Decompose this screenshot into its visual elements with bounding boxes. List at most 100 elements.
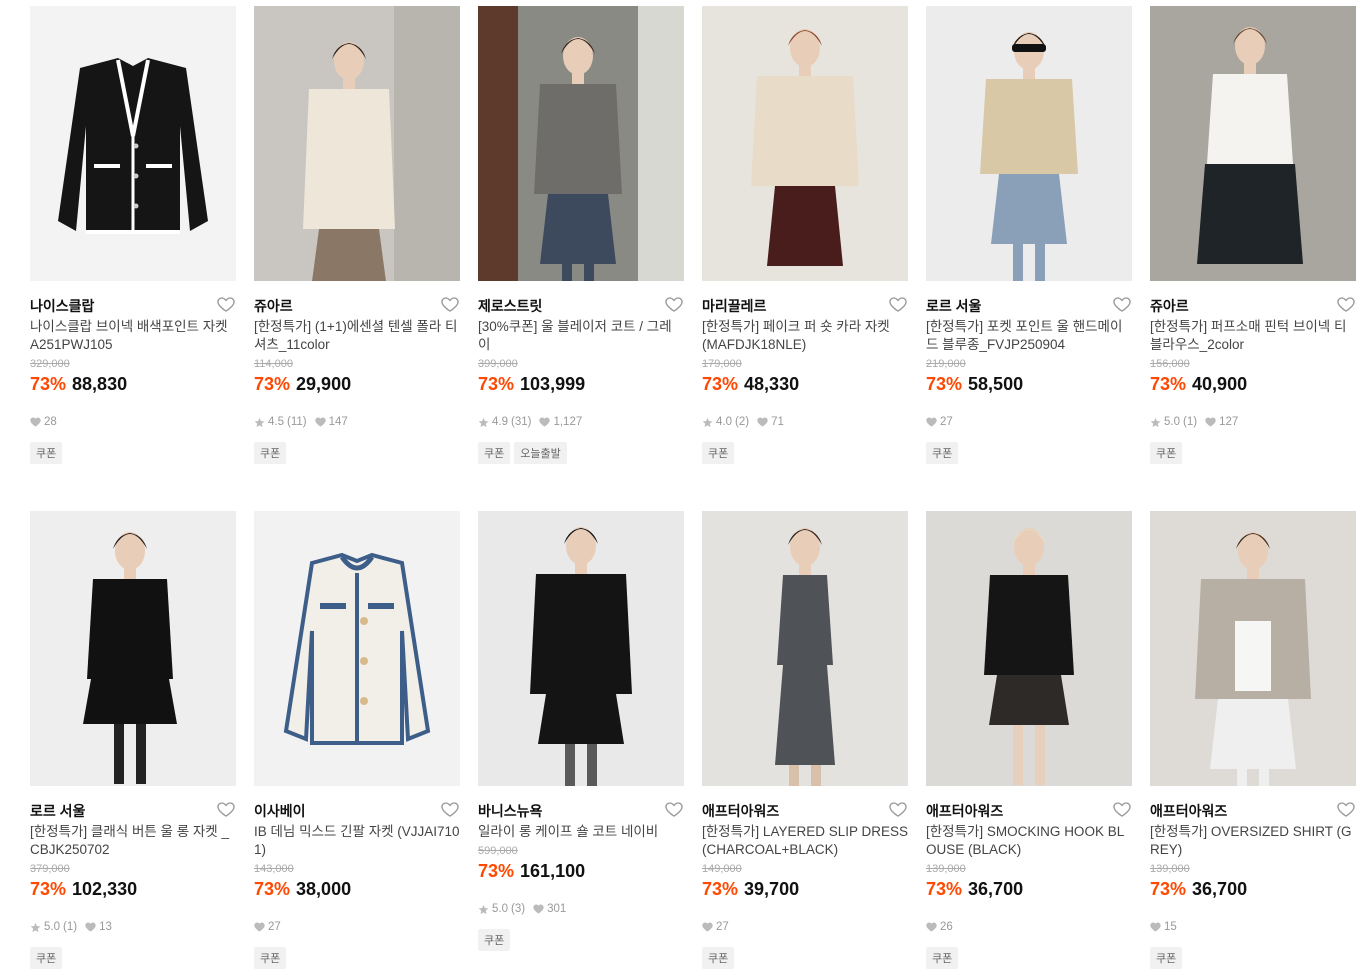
product-grid: 나이스클랍 나이스클랍 브이넥 배색포인트 자켓 A251PWJ105 329,… (0, 0, 1364, 978)
like-count: 15 (1164, 921, 1177, 933)
brand-name[interactable]: 마리끌레르 (702, 296, 766, 316)
product-meta: 27 (702, 921, 729, 933)
brand-name[interactable]: 로르 서울 (926, 296, 981, 316)
product-meta: 27 (926, 416, 953, 428)
tag-list: 쿠폰 (702, 947, 735, 969)
product-title[interactable]: 나이스클랍 브이넥 배색포인트 자켓 A251PWJ105 (30, 318, 236, 354)
wishlist-heart-icon[interactable] (664, 799, 684, 819)
product-title[interactable]: [한정특가] SMOCKING HOOK BLOUSE (BLACK) (926, 823, 1132, 859)
price-line: 73% 39,700 (702, 879, 799, 900)
like-count: 13 (99, 921, 112, 933)
brand-name[interactable]: 바니스뉴욕 (478, 801, 542, 821)
product-image[interactable] (926, 511, 1132, 786)
tag-list: 쿠폰 (926, 442, 959, 464)
product-meta: 26 (926, 921, 953, 933)
tag-badge: 쿠폰 (1150, 442, 1183, 464)
heart-small-icon (926, 417, 937, 427)
product-image[interactable] (478, 6, 684, 281)
rating: 5.0 (1) (30, 921, 77, 933)
brand-name[interactable]: 제로스트릿 (478, 296, 542, 316)
price-line: 73% 48,330 (702, 374, 799, 395)
tag-list: 쿠폰 (30, 442, 63, 464)
product-image[interactable] (30, 511, 236, 786)
brand-name[interactable]: 로르 서울 (30, 801, 85, 821)
wishlist-heart-icon[interactable] (216, 799, 236, 819)
product-title[interactable]: 일라이 롱 케이프 숄 코트 네이비 (478, 823, 684, 841)
price-line: 73% 58,500 (926, 374, 1023, 395)
brand-name[interactable]: 애프터아워즈 (926, 801, 1003, 821)
sale-price: 48,330 (744, 374, 800, 394)
likes: 27 (702, 921, 729, 933)
tag-list: 쿠폰 (30, 947, 63, 969)
brand-name[interactable]: 나이스클랍 (30, 296, 94, 316)
like-count: 1,127 (553, 416, 583, 428)
product-title[interactable]: [한정특가] 페이크 퍼 숏 카라 자켓 (MAFDJK18NLE) (702, 318, 908, 354)
heart-small-icon (314, 417, 326, 427)
product-meta: 4.9 (31) 1,127 (478, 416, 582, 428)
brand-name[interactable]: 애프터아워즈 (702, 801, 779, 821)
price-line: 73% 36,700 (926, 879, 1023, 900)
heart-small-icon (757, 417, 768, 427)
product-title[interactable]: [한정특가] (1+1)에센셜 텐셀 폴라 티셔츠_11color (254, 318, 460, 354)
like-count: 147 (328, 416, 348, 428)
heart-small-icon (533, 904, 544, 914)
product-image[interactable] (30, 6, 236, 281)
likes: 147 (314, 416, 348, 428)
wishlist-heart-icon[interactable] (1112, 294, 1132, 314)
rating: 5.0 (1) (1150, 416, 1197, 428)
product-image[interactable] (702, 511, 908, 786)
star-icon (254, 417, 265, 428)
tag-badge: 쿠폰 (1150, 947, 1183, 969)
product-image[interactable] (702, 6, 908, 281)
original-price: 329,000 (30, 358, 70, 370)
price-line: 73% 38,000 (254, 879, 351, 900)
brand-name[interactable]: 쥬아르 (254, 296, 293, 316)
tag-badge: 오늘출발 (514, 442, 567, 464)
product-image[interactable] (254, 511, 460, 786)
product-image[interactable] (1150, 511, 1356, 786)
original-price: 379,000 (30, 863, 70, 875)
brand-name[interactable]: 애프터아워즈 (1150, 801, 1227, 821)
product-image[interactable] (926, 6, 1132, 281)
product-image[interactable] (254, 6, 460, 281)
wishlist-heart-icon[interactable] (440, 294, 460, 314)
wishlist-heart-icon[interactable] (440, 799, 460, 819)
discount-rate: 73% (702, 374, 739, 394)
wishlist-heart-icon[interactable] (888, 294, 908, 314)
product-title[interactable]: IB 데님 믹스드 긴팔 자켓 (VJJAI7101) (254, 823, 460, 859)
tag-list: 쿠폰 (926, 947, 959, 969)
review-count: (1) (63, 921, 78, 933)
original-price: 156,000 (1150, 358, 1190, 370)
product-image[interactable] (1150, 6, 1356, 281)
product-title[interactable]: [한정특가] 퍼프소매 핀턱 브이넥 티블라우스_2color (1150, 318, 1356, 354)
like-count: 301 (547, 903, 567, 915)
product-meta: 28 (30, 416, 57, 428)
brand-name[interactable]: 쥬아르 (1150, 296, 1189, 316)
wishlist-heart-icon[interactable] (1336, 799, 1356, 819)
wishlist-heart-icon[interactable] (664, 294, 684, 314)
product-image[interactable] (478, 511, 684, 786)
product-title[interactable]: [한정특가] LAYERED SLIP DRESS (CHARCOAL+BLAC… (702, 823, 908, 859)
likes: 1,127 (539, 416, 582, 428)
original-price: 139,000 (1150, 863, 1190, 875)
rating-value: 5.0 (1164, 416, 1180, 428)
product-title[interactable]: [30%쿠폰] 울 블레이저 코트 / 그레이 (478, 318, 684, 354)
wishlist-heart-icon[interactable] (1336, 294, 1356, 314)
like-count: 27 (268, 921, 281, 933)
star-icon (702, 417, 713, 428)
discount-rate: 73% (1150, 879, 1187, 899)
product-title[interactable]: [한정특가] 포켓 포인트 울 핸드메이드 블루종_FVJP250904 (926, 318, 1132, 354)
heart-small-icon (85, 922, 96, 932)
wishlist-heart-icon[interactable] (888, 799, 908, 819)
tag-badge: 쿠폰 (254, 947, 287, 969)
discount-rate: 73% (30, 374, 67, 394)
brand-name[interactable]: 이사베이 (254, 801, 306, 821)
product-title[interactable]: [한정특가] OVERSIZED SHIRT (GREY) (1150, 823, 1356, 859)
tag-list: 쿠폰 (478, 929, 511, 951)
discount-rate: 73% (926, 879, 963, 899)
original-price: 143,000 (254, 863, 294, 875)
discount-rate: 73% (254, 374, 291, 394)
wishlist-heart-icon[interactable] (216, 294, 236, 314)
wishlist-heart-icon[interactable] (1112, 799, 1132, 819)
product-title[interactable]: [한정특가] 클래식 버튼 울 롱 자켓 _CBJK250702 (30, 823, 236, 859)
